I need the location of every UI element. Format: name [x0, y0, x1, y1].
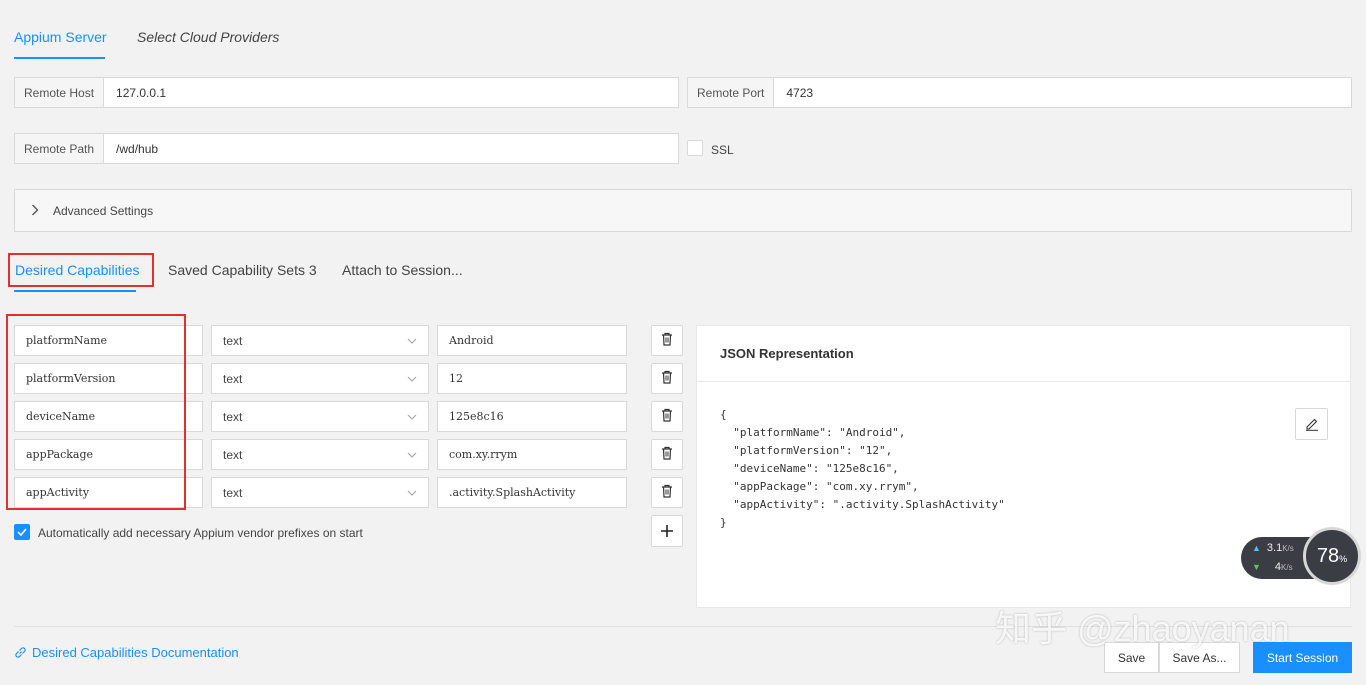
trash-icon [661, 484, 673, 501]
remote-port-input[interactable]: 4723 [774, 78, 1351, 107]
cpu-usage-value: 78 [1316, 544, 1340, 567]
json-code-block: { "platformName": "Android", "platformVe… [720, 408, 1005, 529]
watermark: 知乎 @zhaoyanan [995, 608, 1290, 649]
ssl-checkbox[interactable] [687, 140, 703, 156]
tab-saved-capability-sets[interactable]: Saved Capability Sets 3 [168, 262, 317, 278]
remote-port-group: Remote Port 4723 [687, 77, 1352, 108]
advanced-settings-collapse[interactable]: Advanced Settings [14, 189, 1352, 232]
cap-type-select[interactable]: text [211, 363, 429, 394]
cap-value-input[interactable]: Android [437, 325, 627, 356]
upload-speed: ▲ 3.1K/s [1252, 542, 1294, 554]
chevron-down-icon [407, 373, 417, 385]
cap-type-value: text [223, 409, 243, 424]
arrow-up-icon: ▲ [1252, 543, 1261, 553]
remote-path-group: Remote Path /wd/hub [14, 133, 679, 164]
cap-value-input[interactable]: 12 [437, 363, 627, 394]
auto-prefix-checkbox[interactable] [14, 524, 30, 540]
delete-capability-button[interactable] [651, 477, 683, 508]
cap-type-select[interactable]: text [211, 439, 429, 470]
tab-select-cloud-providers[interactable]: Select Cloud Providers [137, 29, 279, 45]
active-tab-underline [14, 57, 105, 59]
cap-type-value: text [223, 371, 243, 386]
cpu-usage-gauge: 78% [1303, 527, 1361, 585]
active-tab-underline [14, 290, 136, 292]
chevron-down-icon [407, 411, 417, 423]
chevron-down-icon [407, 487, 417, 499]
cap-type-value: text [223, 333, 243, 348]
delete-capability-button[interactable] [651, 439, 683, 470]
download-speed: ▼ 4K/s [1252, 561, 1293, 573]
cap-value-input[interactable]: com.xy.rrym [437, 439, 627, 470]
plus-icon [661, 525, 673, 537]
cap-value-input[interactable]: .activity.SplashActivity [437, 477, 627, 508]
remote-host-group: Remote Host 127.0.0.1 [14, 77, 679, 108]
add-capability-button[interactable] [651, 515, 683, 547]
cap-type-value: text [223, 485, 243, 500]
capabilities-documentation-link[interactable]: Desired Capabilities Documentation [14, 645, 239, 660]
trash-icon [661, 332, 673, 349]
annotation-highlight-box [8, 253, 154, 287]
ssl-label: SSL [711, 143, 734, 157]
remote-path-input[interactable]: /wd/hub [104, 134, 678, 163]
remote-port-label: Remote Port [688, 78, 775, 107]
chevron-down-icon [407, 335, 417, 347]
edit-json-button[interactable] [1295, 408, 1328, 440]
check-icon [17, 528, 27, 536]
remote-path-label: Remote Path [15, 134, 105, 163]
cap-type-select[interactable]: text [211, 325, 429, 356]
trash-icon [661, 408, 673, 425]
chevron-right-icon [31, 203, 39, 219]
annotation-highlight-box [6, 314, 186, 510]
advanced-settings-label: Advanced Settings [53, 203, 154, 218]
cap-type-select[interactable]: text [211, 401, 429, 432]
chevron-down-icon [407, 449, 417, 461]
delete-capability-button[interactable] [651, 363, 683, 394]
remote-host-input[interactable]: 127.0.0.1 [104, 78, 678, 107]
tab-appium-server[interactable]: Appium Server [14, 29, 107, 45]
auto-prefix-label: Automatically add necessary Appium vendo… [38, 526, 363, 540]
edit-icon [1305, 418, 1318, 431]
trash-icon [661, 370, 673, 387]
link-icon [15, 647, 26, 658]
trash-icon [661, 446, 673, 463]
cap-type-value: text [223, 447, 243, 462]
arrow-down-icon: ▼ [1252, 562, 1261, 572]
tab-attach-to-session[interactable]: Attach to Session... [342, 262, 463, 278]
cap-value-input[interactable]: 125e8c16 [437, 401, 627, 432]
doc-link-label: Desired Capabilities Documentation [32, 645, 239, 660]
cap-type-select[interactable]: text [211, 477, 429, 508]
cpu-usage-unit: % [1339, 554, 1348, 564]
delete-capability-button[interactable] [651, 325, 683, 356]
delete-capability-button[interactable] [651, 401, 683, 432]
remote-host-label: Remote Host [15, 78, 105, 107]
divider [697, 381, 1350, 382]
json-panel-title: JSON Representation [720, 346, 854, 361]
